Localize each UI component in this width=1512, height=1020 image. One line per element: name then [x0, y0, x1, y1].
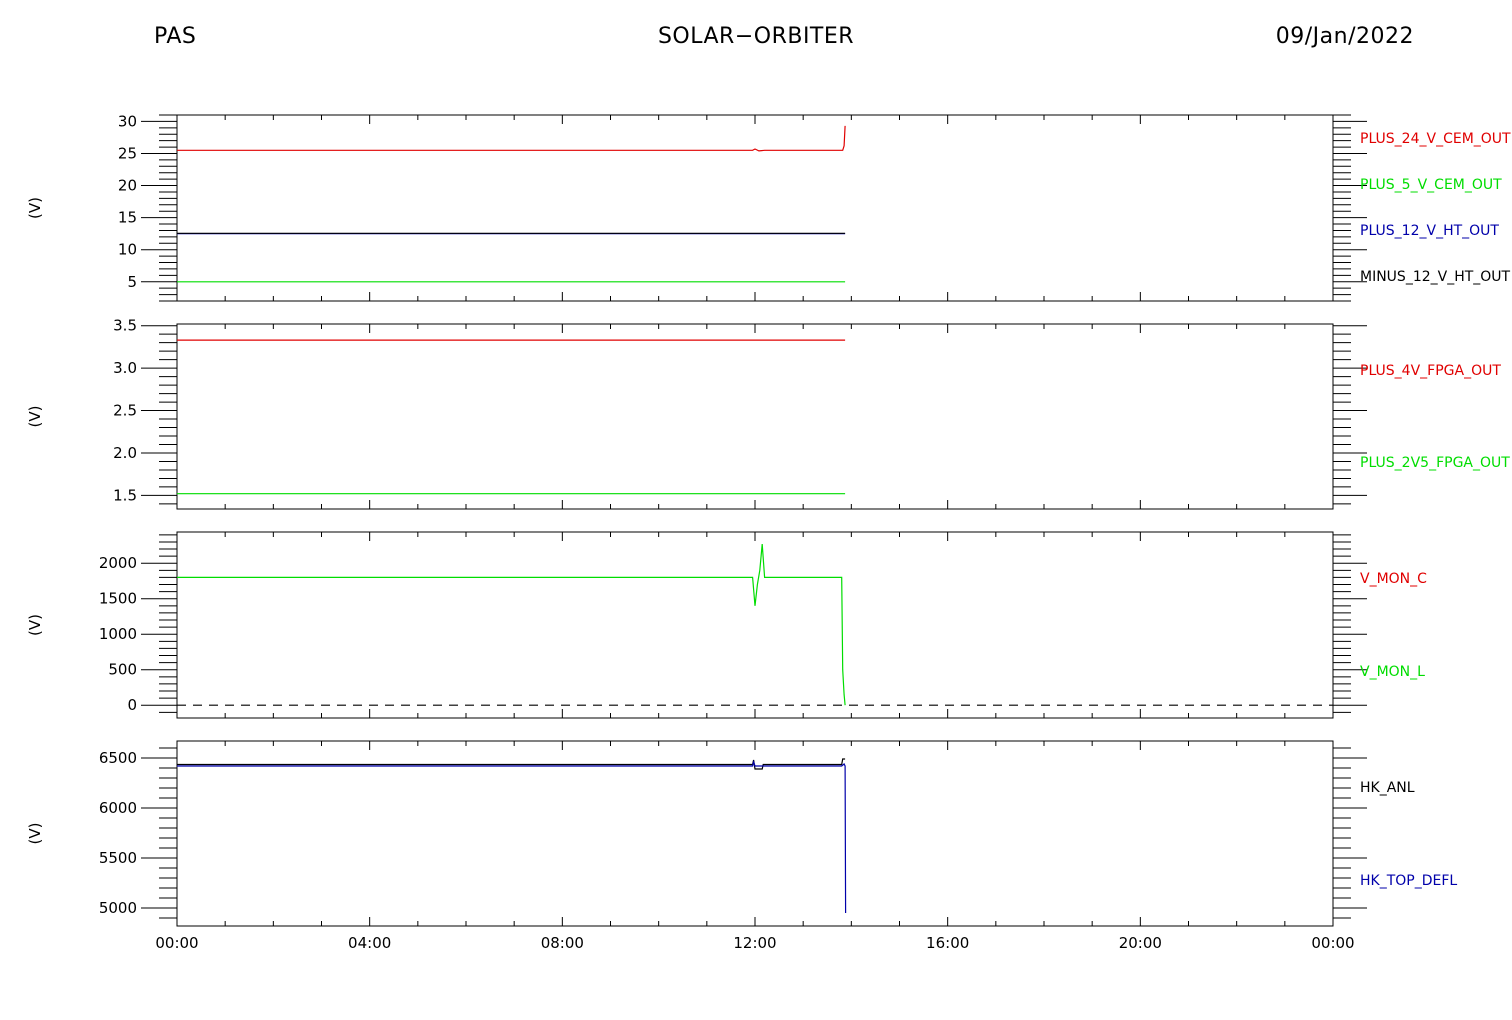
series-line-hk-top-defl [177, 759, 847, 914]
legend-label: V_MON_C [1360, 571, 1427, 587]
y-axis-label: (V) [26, 614, 44, 636]
y-tick-label: 15 [118, 209, 137, 227]
y-tick-label: 500 [108, 661, 137, 679]
x-tick-label: 08:00 [541, 934, 584, 952]
x-tick-label: 20:00 [1119, 934, 1162, 952]
y-tick-label: 2.0 [113, 444, 137, 462]
panel-frame [176, 323, 1334, 510]
y-tick-label: 5000 [99, 899, 137, 917]
y-axis-label: (V) [26, 823, 44, 845]
y-tick-label: 5500 [99, 849, 137, 867]
y-tick-label: 1500 [99, 590, 137, 608]
legend-label: HK_ANL [1360, 780, 1415, 796]
legend-label: PLUS_5_V_CEM_OUT [1360, 177, 1502, 193]
x-tick-label: 12:00 [733, 934, 776, 952]
series-line-v-mon-l [177, 544, 846, 706]
x-tick-label: 00:00 [1311, 934, 1354, 952]
y-tick-label: 1.5 [113, 486, 137, 504]
y-tick-label: 30 [118, 112, 137, 130]
y-tick-label: 0 [127, 696, 137, 714]
y-tick-label: 5 [127, 273, 137, 291]
y-axis-label: (V) [26, 197, 44, 219]
y-axis-label: (V) [26, 406, 44, 428]
legend-label: V_MON_L [1360, 664, 1425, 680]
y-tick-label: 3.0 [113, 359, 137, 377]
panel-frame [176, 531, 1334, 719]
legend-label: MINUS_12_V_HT_OUT [1360, 269, 1511, 285]
panel-frame [176, 114, 1334, 302]
legend-label: PLUS_12_V_HT_OUT [1360, 223, 1499, 239]
x-tick-label: 00:00 [155, 934, 198, 952]
series-line-plus-24-v-cem-out [177, 125, 846, 152]
y-tick-label: 25 [118, 144, 137, 162]
legend-label: PLUS_2V5_FPGA_OUT [1360, 455, 1510, 471]
legend-label: PLUS_4V_FPGA_OUT [1360, 363, 1501, 379]
series-line-hk-anl [177, 758, 846, 770]
y-tick-label: 6500 [99, 749, 137, 767]
y-tick-label: 20 [118, 177, 137, 195]
y-tick-label: 10 [118, 241, 137, 259]
y-tick-label: 2000 [99, 554, 137, 572]
legend-label: HK_TOP_DEFL [1360, 873, 1457, 889]
x-tick-label: 04:00 [348, 934, 391, 952]
x-tick-label: 16:00 [926, 934, 969, 952]
housekeeping-chart: 5 10 15 20 25 30 (V) PLUS_24_V_CEM_OUT PLUS_5_V_… [26, 112, 1511, 952]
y-tick-label: 1000 [99, 625, 137, 643]
y-tick-label: 6000 [99, 799, 137, 817]
legend-label: PLUS_24_V_CEM_OUT [1360, 131, 1511, 147]
y-tick-label: 3.5 [113, 317, 137, 335]
y-tick-label: 2.5 [113, 402, 137, 420]
